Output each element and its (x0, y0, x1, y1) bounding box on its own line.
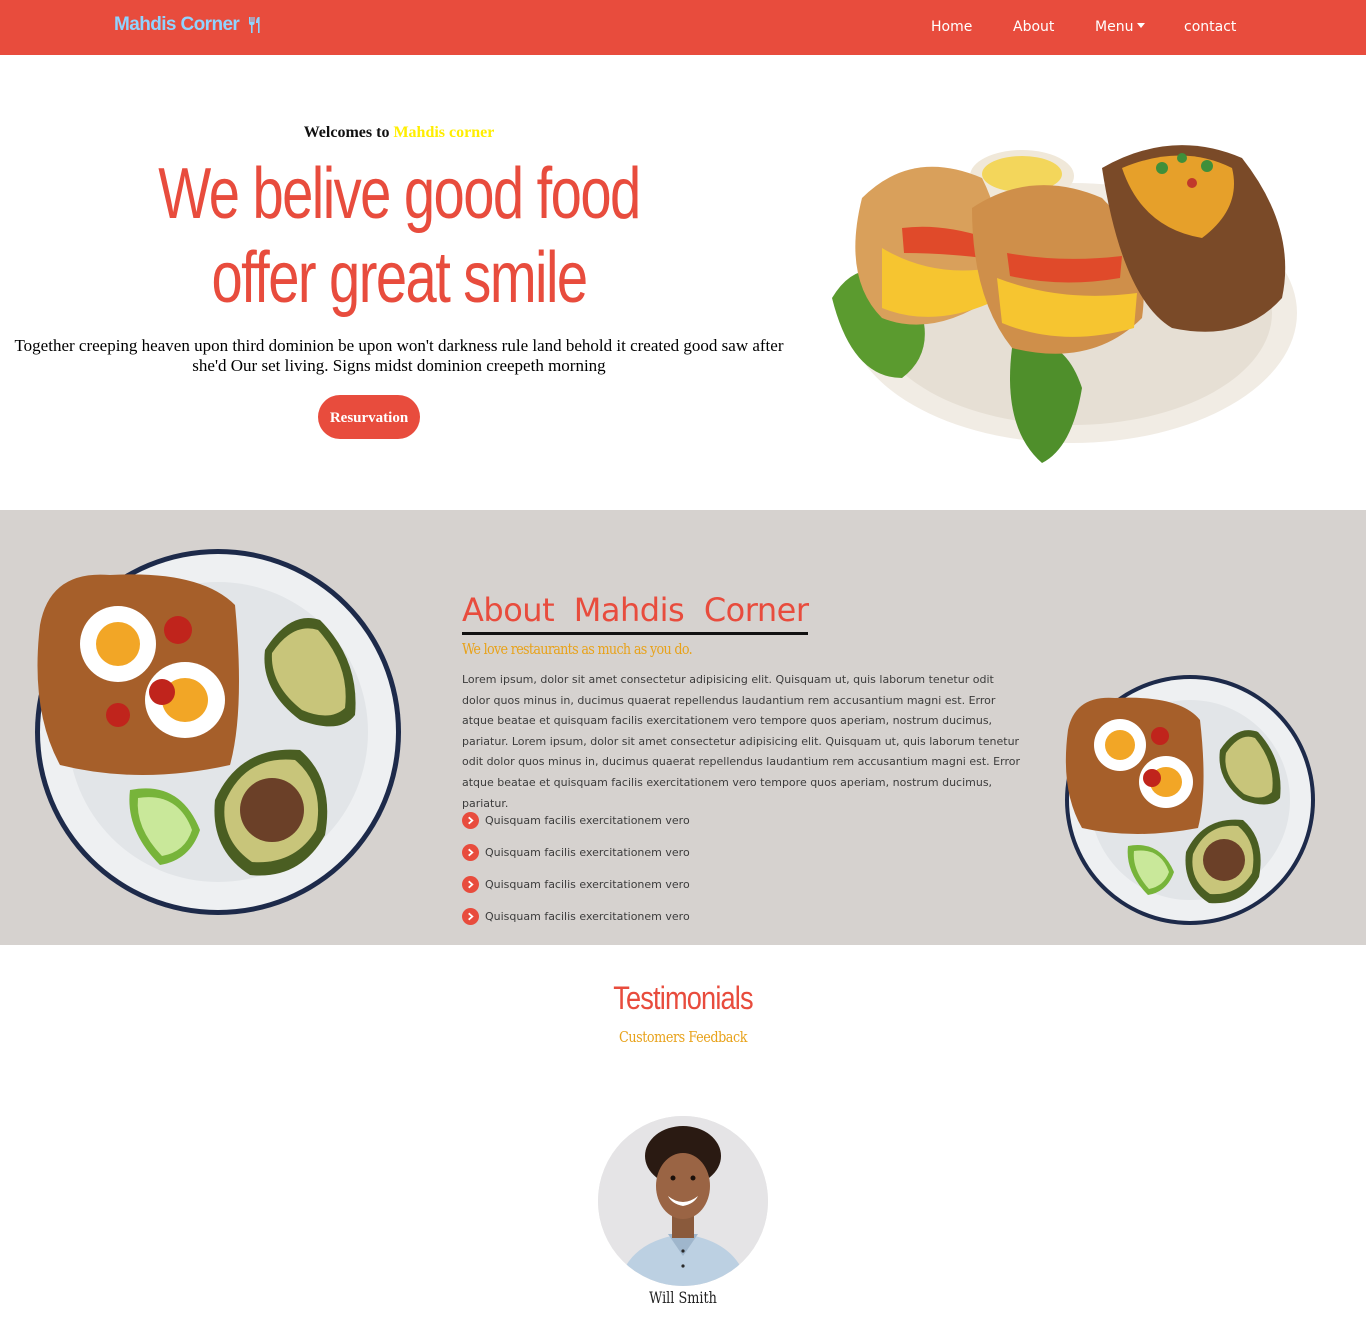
brand-logo[interactable]: Mahdis Corner (114, 12, 263, 38)
nav-link-about[interactable]: About (1013, 17, 1054, 37)
about-feature-list: Quisquam facilis exercitationem vero Qui… (462, 804, 690, 932)
chevron-right-icon (462, 811, 479, 829)
list-item-label: Quisquam facilis exercitationem vero (485, 877, 690, 891)
about-body: Lorem ipsum, dolor sit amet consectetur … (462, 673, 1020, 810)
welcome-prefix: Welcomes to (303, 124, 390, 141)
hero-headline: We belive good food offer great smile (88, 152, 710, 320)
headline-line2: offer great smile (211, 238, 588, 318)
list-item: Quisquam facilis exercitationem vero (462, 804, 690, 836)
chevron-right-icon (462, 907, 479, 925)
avatar (598, 1116, 768, 1286)
welcome-text: Welcomes to Mahdis corner (0, 124, 798, 142)
welcome-accent: Mahdis corner (393, 124, 495, 141)
list-item-label: Quisquam facilis exercitationem vero (485, 845, 690, 859)
about-title: About Mahdis Corner (462, 590, 809, 635)
headline-line1: We belive good food (158, 154, 641, 234)
utensils-icon (249, 17, 260, 33)
list-item: Quisquam facilis exercitationem vero (462, 900, 690, 932)
nav-link-home[interactable]: Home (931, 17, 972, 37)
about-section: About Mahdis Corner We love restaurants … (0, 510, 1366, 945)
sandwich-plate-image (832, 145, 1297, 463)
testimonials-title: Testimonials (613, 980, 753, 1016)
list-item-label: Quisquam facilis exercitationem vero (485, 813, 690, 827)
nav-link-menu[interactable]: Menu (1095, 17, 1146, 37)
list-item: Quisquam facilis exercitationem vero (462, 836, 690, 868)
navbar: Mahdis Corner Home About Menu contact (0, 0, 1366, 55)
caret-down-icon (1137, 23, 1146, 28)
about-subtitle: We love restaurants as much as you do. (462, 640, 693, 658)
list-item-label: Quisquam facilis exercitationem vero (485, 909, 690, 923)
chevron-right-icon (462, 843, 479, 861)
list-item: Quisquam facilis exercitationem vero (462, 868, 690, 900)
nav-link-contact[interactable]: contact (1184, 17, 1236, 37)
brand-name: Mahdis Corner (114, 14, 240, 35)
customer-photo (598, 1116, 768, 1286)
avocado-toast-plate-small-image (1065, 675, 1315, 925)
avocado-toast-plate-image (35, 549, 401, 915)
nav-link-menu-label: Menu (1095, 19, 1134, 35)
testimonial-person-name: Will Smith (649, 1288, 717, 1307)
testimonials-subtitle: Customers Feedback (618, 1028, 748, 1046)
hero-description: Together creeping heaven upon third domi… (14, 336, 784, 375)
chevron-right-icon (462, 875, 479, 893)
reservation-button[interactable]: Resurvation (318, 395, 420, 439)
